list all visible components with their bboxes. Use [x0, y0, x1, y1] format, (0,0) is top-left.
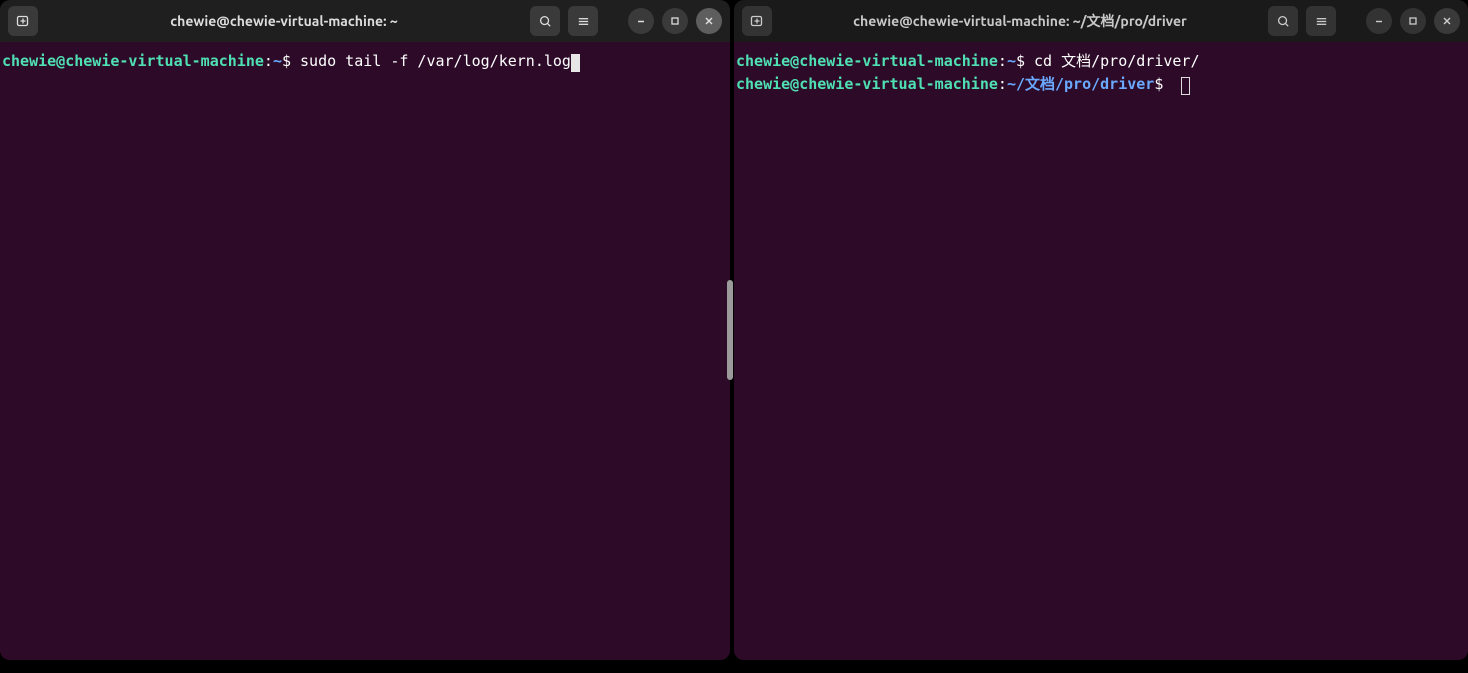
window-title-right: chewie@chewie-virtual-machine: ~/文档/pro/…	[772, 11, 1268, 31]
window-title-left: chewie@chewie-virtual-machine: ~	[38, 13, 530, 29]
maximize-icon	[669, 15, 681, 27]
command-text: sudo tail -f /var/log/kern.log	[300, 52, 571, 70]
titlebar-right[interactable]: chewie@chewie-virtual-machine: ~/文档/pro/…	[734, 0, 1468, 42]
prompt-symbol: $	[282, 52, 300, 70]
prompt-colon: :	[264, 52, 273, 70]
menu-button[interactable]	[568, 6, 598, 36]
maximize-button[interactable]	[1400, 8, 1426, 34]
search-icon	[538, 14, 553, 29]
command-text: cd 文档/pro/driver/	[1034, 52, 1199, 70]
minimize-icon	[635, 15, 647, 27]
terminal-window-right: chewie@chewie-virtual-machine: ~/文档/pro/…	[734, 0, 1468, 660]
prompt-userhost: chewie@chewie-virtual-machine	[2, 52, 264, 70]
menu-button[interactable]	[1306, 6, 1336, 36]
close-icon	[1441, 15, 1453, 27]
hamburger-menu-icon	[1314, 14, 1329, 29]
hamburger-menu-icon	[576, 14, 591, 29]
cursor	[1181, 77, 1190, 95]
prompt-symbol: $	[1154, 75, 1172, 93]
terminal-body-left[interactable]: chewie@chewie-virtual-machine:~$ sudo ta…	[0, 42, 730, 660]
prompt-path: ~/文档/pro/driver	[1007, 75, 1154, 93]
search-button[interactable]	[1268, 6, 1298, 36]
prompt-symbol: $	[1016, 52, 1034, 70]
new-tab-icon	[749, 13, 765, 29]
titlebar-left[interactable]: chewie@chewie-virtual-machine: ~	[0, 0, 730, 42]
prompt-colon: :	[998, 75, 1007, 93]
minimize-icon	[1373, 15, 1385, 27]
new-tab-button[interactable]	[8, 6, 38, 36]
cursor	[571, 54, 580, 72]
minimize-button[interactable]	[628, 8, 654, 34]
close-button[interactable]	[696, 8, 722, 34]
prompt-path: ~	[1007, 52, 1016, 70]
maximize-icon	[1407, 15, 1419, 27]
maximize-button[interactable]	[662, 8, 688, 34]
prompt-line: chewie@chewie-virtual-machine:~$ cd 文档/p…	[736, 50, 1466, 73]
new-tab-button[interactable]	[742, 6, 772, 36]
close-icon	[703, 15, 715, 27]
terminal-body-right[interactable]: chewie@chewie-virtual-machine:~$ cd 文档/p…	[734, 42, 1468, 660]
prompt-userhost: chewie@chewie-virtual-machine	[736, 75, 998, 93]
prompt-line: chewie@chewie-virtual-machine:~/文档/pro/d…	[736, 73, 1466, 96]
prompt-line: chewie@chewie-virtual-machine:~$ sudo ta…	[2, 50, 728, 73]
minimize-button[interactable]	[1366, 8, 1392, 34]
prompt-userhost: chewie@chewie-virtual-machine	[736, 52, 998, 70]
terminal-window-left: chewie@chewie-virtual-machine: ~	[0, 0, 730, 660]
search-button[interactable]	[530, 6, 560, 36]
window-resize-grip[interactable]	[727, 280, 733, 380]
new-tab-icon	[15, 13, 31, 29]
prompt-colon: :	[998, 52, 1007, 70]
prompt-path: ~	[273, 52, 282, 70]
close-button[interactable]	[1434, 8, 1460, 34]
search-icon	[1276, 14, 1291, 29]
